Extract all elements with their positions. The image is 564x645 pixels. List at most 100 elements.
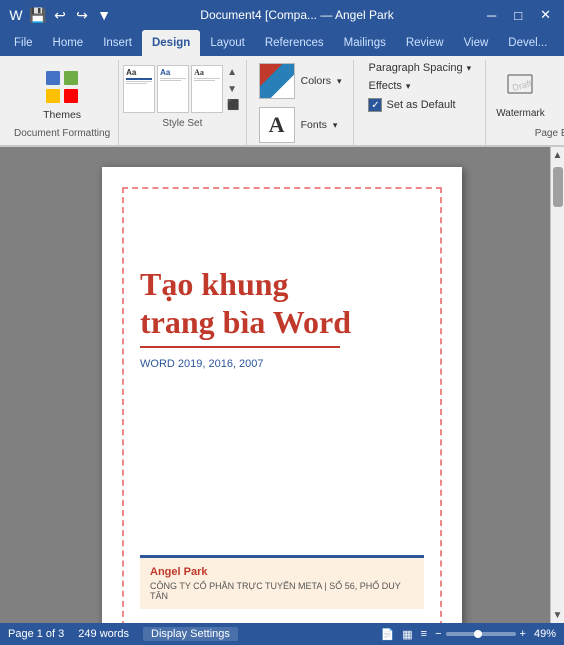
- colors-icon: [259, 63, 295, 99]
- redo-icon[interactable]: ↪: [74, 7, 90, 23]
- tab-review[interactable]: Review: [396, 30, 454, 56]
- footer-company: CÔNG TY CỔ PHẦN TRỰC TUYẾN META | SỐ 56,…: [150, 581, 414, 601]
- style-set-more-arrow[interactable]: ⬛: [225, 98, 241, 113]
- tab-view[interactable]: View: [454, 30, 499, 56]
- ribbon-group-colors-fonts: Colors ▾ A Fonts ▾: [247, 60, 355, 145]
- title-bar-left: W 💾 ↩ ↪ ▼: [8, 7, 112, 23]
- scroll-down-arrow[interactable]: ▼: [551, 607, 564, 623]
- document-body: Tạo khung trang bìa Word WORD 2019, 2016…: [140, 205, 424, 390]
- style-previews: Aa Aa Aa: [123, 65, 223, 113]
- svg-text:Draft: Draft: [512, 78, 534, 93]
- watermark-button[interactable]: Draft Watermark: [492, 60, 549, 128]
- zoom-bar: − +: [435, 628, 526, 640]
- page-info: Page 1 of 3: [8, 628, 64, 640]
- style-preview-3[interactable]: Aa: [191, 65, 223, 113]
- read-mode-icon: ≡: [421, 628, 427, 640]
- colors-label: Colors: [301, 75, 331, 88]
- page-color-button[interactable]: PageColor ▾: [553, 60, 564, 128]
- zoom-plus-icon[interactable]: +: [520, 628, 526, 640]
- page-background-label: Page Background: [535, 128, 564, 139]
- document-title: Document4 [Compa... — Angel Park: [200, 8, 393, 22]
- title-line1: Tạo khung: [140, 266, 289, 302]
- app-window: W 💾 ↩ ↪ ▼ Document4 [Compa... — Angel Pa…: [0, 0, 564, 645]
- zoom-slider[interactable]: [446, 632, 516, 636]
- book-icon: 📄: [381, 628, 395, 641]
- style-set-down-arrow[interactable]: ▼: [225, 82, 241, 97]
- minimize-button[interactable]: ─: [482, 6, 501, 25]
- tab-layout[interactable]: Layout: [200, 30, 255, 56]
- style-set-items: Aa Aa Aa: [123, 60, 241, 118]
- effects-arrow-icon: ▾: [406, 81, 411, 92]
- tab-developer[interactable]: Devel...: [498, 30, 557, 56]
- fonts-button[interactable]: A Fonts ▾: [255, 104, 342, 146]
- tab-design[interactable]: Design: [142, 30, 200, 56]
- fonts-label: Fonts: [301, 119, 327, 132]
- title-bar: W 💾 ↩ ↪ ▼ Document4 [Compa... — Angel Pa…: [0, 0, 564, 30]
- watermark-icon: Draft: [504, 69, 536, 106]
- ribbon-group-themes: Themes Document Formatting: [6, 60, 119, 145]
- fonts-icon: A: [259, 107, 295, 143]
- ribbon: Themes Document Formatting Aa Aa: [0, 56, 564, 146]
- effects-label: Effects: [368, 80, 401, 92]
- status-right: 📄 ▦ ≡ − + 49%: [381, 628, 556, 641]
- tab-references[interactable]: References: [255, 30, 334, 56]
- word-logo-icon: W: [8, 7, 24, 23]
- document-page: Tạo khung trang bìa Word WORD 2019, 2016…: [102, 167, 462, 623]
- zoom-slider-thumb[interactable]: [474, 630, 482, 638]
- status-bar: Page 1 of 3 249 words Display Settings 📄…: [0, 623, 564, 645]
- style-set-arrows: ▲ ▼ ⬛: [225, 65, 241, 113]
- paragraph-spacing-label: Paragraph Spacing: [368, 62, 462, 74]
- tab-file[interactable]: File: [4, 30, 43, 56]
- themes-label: Themes: [43, 109, 81, 122]
- paragraph-spacing-arrow-icon: ▾: [467, 63, 472, 74]
- scroll-thumb[interactable]: [553, 167, 563, 207]
- effects-button[interactable]: Effects ▾: [362, 78, 416, 94]
- style-preview-2[interactable]: Aa: [157, 65, 189, 113]
- style-set-label: Style Set: [162, 118, 202, 129]
- colors-arrow-icon: ▾: [337, 76, 342, 87]
- document-subtitle: WORD 2019, 2016, 2007: [140, 358, 424, 370]
- document-footer: Angel Park CÔNG TY CỔ PHẦN TRỰC TUYẾN ME…: [140, 555, 424, 609]
- themes-items: Themes: [37, 60, 87, 128]
- tab-mailings[interactable]: Mailings: [334, 30, 396, 56]
- tab-insert[interactable]: Insert: [93, 30, 142, 56]
- set-as-default-label: Set as Default: [386, 99, 455, 111]
- tab-home[interactable]: Home: [43, 30, 94, 56]
- set-as-default-button[interactable]: ✓ Set as Default: [362, 96, 461, 114]
- paragraph-spacing-button[interactable]: Paragraph Spacing ▾: [362, 60, 477, 76]
- style-preview-1[interactable]: Aa: [123, 65, 155, 113]
- style-set-up-arrow[interactable]: ▲: [225, 65, 241, 80]
- save-icon[interactable]: 💾: [30, 7, 46, 23]
- maximize-button[interactable]: □: [509, 6, 527, 25]
- scroll-up-arrow[interactable]: ▲: [551, 147, 564, 163]
- set-as-default-check-icon: ✓: [368, 98, 382, 112]
- layout-icon: ▦: [402, 628, 412, 641]
- page-content: Tạo khung trang bìa Word WORD 2019, 2016…: [140, 205, 424, 609]
- ribbon-tabs: File Home Insert Design Layout Reference…: [0, 30, 564, 56]
- display-settings-button[interactable]: Display Settings: [143, 627, 238, 641]
- undo-icon[interactable]: ↩: [52, 7, 68, 23]
- watermark-label: Watermark: [496, 108, 545, 119]
- quick-access-dropdown-icon[interactable]: ▼: [96, 7, 112, 23]
- content-area: Tạo khung trang bìa Word WORD 2019, 2016…: [0, 147, 564, 623]
- page-background-items: Draft Watermark PageColor ▾: [492, 60, 564, 128]
- title-bar-center: Document4 [Compa... — Angel Park: [112, 8, 482, 22]
- title-underline: [140, 346, 340, 348]
- vertical-scrollbar: ▲ ▼: [550, 147, 564, 623]
- themes-icon: [42, 67, 82, 107]
- formatting-options-items: Paragraph Spacing ▾ Effects ▾ ✓ Set as D…: [362, 60, 477, 129]
- document-area: Tạo khung trang bìa Word WORD 2019, 2016…: [0, 147, 564, 623]
- close-button[interactable]: ✕: [535, 5, 556, 25]
- fonts-arrow-icon: ▾: [333, 120, 338, 131]
- word-count: 249 words: [78, 628, 129, 640]
- title-line2: trang bìa Word: [140, 304, 351, 340]
- themes-button[interactable]: Themes: [37, 60, 87, 128]
- colors-button[interactable]: Colors ▾: [255, 60, 346, 102]
- document-page-inner: Tạo khung trang bìa Word WORD 2019, 2016…: [122, 187, 442, 623]
- doc-formatting-label: Document Formatting: [14, 128, 110, 141]
- zoom-minus-icon[interactable]: −: [435, 628, 441, 640]
- footer-name: Angel Park: [150, 566, 414, 578]
- document-title-text: Tạo khung trang bìa Word: [140, 265, 424, 342]
- ribbon-group-formatting-options: Paragraph Spacing ▾ Effects ▾ ✓ Set as D…: [354, 60, 486, 145]
- tab-help[interactable]: Help: [557, 30, 564, 56]
